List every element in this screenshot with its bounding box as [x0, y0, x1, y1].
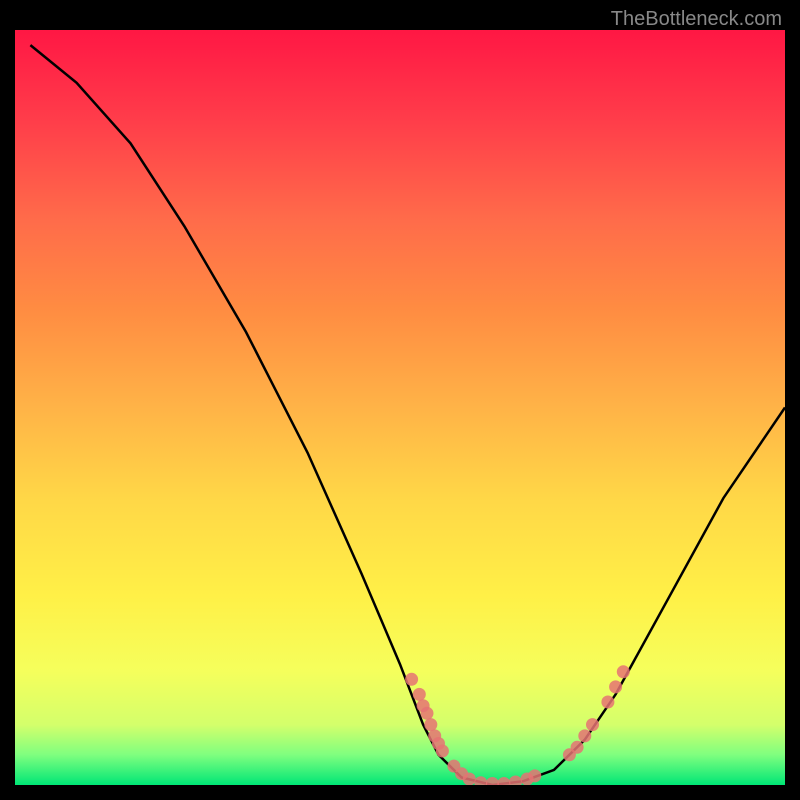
- scatter-point: [601, 696, 614, 709]
- chart-svg-overlay: [15, 30, 785, 785]
- scatter-point: [405, 673, 418, 686]
- scatter-point: [424, 718, 437, 731]
- scatter-point: [421, 707, 434, 720]
- scatter-point: [586, 718, 599, 731]
- scatter-points-group: [405, 665, 630, 785]
- scatter-point: [617, 665, 630, 678]
- scatter-point: [509, 776, 522, 786]
- watermark-label: TheBottleneck.com: [611, 8, 782, 31]
- scatter-point: [474, 776, 487, 785]
- scatter-point: [497, 777, 510, 785]
- scatter-point: [571, 741, 584, 754]
- scatter-point: [486, 777, 499, 785]
- chart-container: TheBottleneck.com: [0, 0, 800, 800]
- scatter-point: [578, 729, 591, 742]
- scatter-point: [436, 745, 449, 758]
- bottleneck-curve: [30, 45, 785, 785]
- scatter-point: [528, 769, 541, 782]
- scatter-point: [609, 680, 622, 693]
- scatter-point: [463, 773, 476, 786]
- scatter-point: [413, 688, 426, 701]
